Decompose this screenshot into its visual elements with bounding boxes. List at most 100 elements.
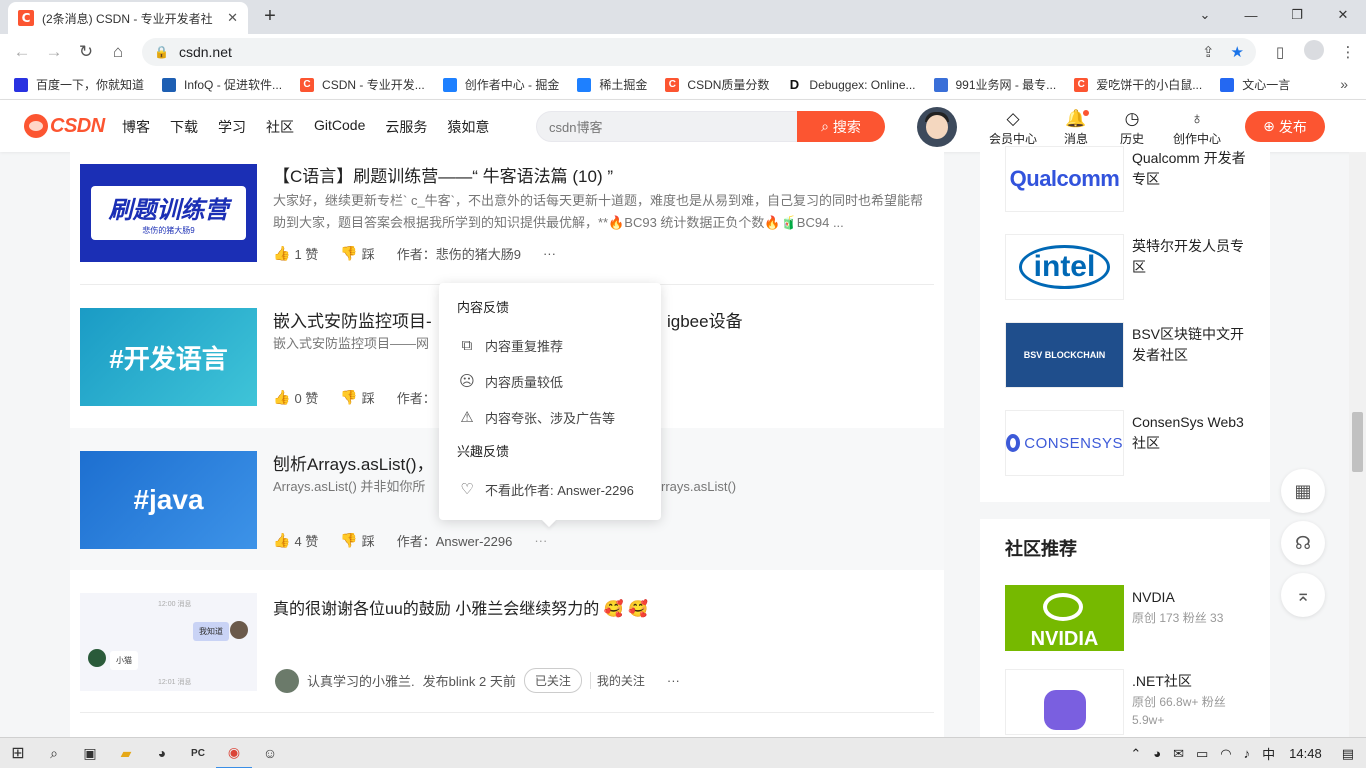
bookmark-item[interactable]: 创作者中心 - 掘金 [442,76,559,93]
bookmark-star-icon[interactable]: ★ [1231,43,1244,61]
home-icon[interactable]: ⌂ [102,42,134,62]
address-bar[interactable]: 🔒 csdn.net ⇪ ★ [142,38,1256,66]
dislike-button[interactable]: 👎 踩 [340,388,374,407]
more-options-icon[interactable]: ··· [534,533,547,548]
like-button[interactable]: 👍 0 赞 [273,388,318,407]
window-dropdown-icon[interactable]: ⌄ [1182,0,1228,30]
terminal-icon[interactable]: ▣ [72,738,108,768]
tray-expand-icon[interactable]: ⌃ [1130,746,1141,762]
nav-learn[interactable]: 学习 [218,117,246,137]
article-author[interactable]: 作者：Answer-2296 [397,531,513,550]
community-nvidia[interactable]: NVIDIA NVDIA 原创 173 粉丝 33 [1005,585,1255,653]
creator-center-button[interactable]: ♁ 创作中心 [1173,108,1221,147]
user-avatar[interactable] [917,107,957,147]
pycharm-icon[interactable]: PC [180,738,216,768]
bookmark-item[interactable]: C CSDN - 专业开发... [300,76,425,93]
minimize-button[interactable]: — [1228,0,1274,30]
wechat-tray-icon[interactable]: ✉ [1173,746,1184,762]
profile-icon[interactable] [1304,40,1324,64]
maximize-button[interactable]: ❐ [1274,0,1320,30]
article-desc-right[interactable]: rrays.asList() [661,476,861,498]
feedback-low-quality[interactable]: ☹ 内容质量较低 [457,369,643,393]
vip-center-button[interactable]: ◇ 会员中心 [989,108,1037,147]
search-icon[interactable]: ⌕ [36,738,72,768]
reload-icon[interactable]: ↻ [70,42,102,62]
taskbar-clock[interactable]: 14:48 [1289,746,1322,761]
feedback-hide-author[interactable]: ♡ 不看此作者: Answer-2296 [457,477,643,501]
bookmark-item[interactable]: D Debuggex: Online... [787,77,916,92]
zone-bsv[interactable]: BSV BLOCKCHAIN BSV区块链中文开发者社区 [1005,322,1255,390]
share-icon[interactable]: ⇪ [1202,43,1215,61]
app-icon[interactable]: ☺ [252,738,288,768]
file-explorer-icon[interactable]: ▰ [108,738,144,768]
qrcode-icon[interactable]: ▦ [1281,469,1325,513]
dislike-button[interactable]: 👎 踩 [340,531,374,550]
browser-tab[interactable]: C (2条消息) CSDN - 专业开发者社 ✕ [8,2,248,34]
article-author[interactable]: 作者： [397,388,436,407]
article-title[interactable]: 【C语言】刷题训练营——“ 牛客语法篇 (10) ” [273,162,613,187]
messages-button[interactable]: 🔔 消息 [1064,108,1089,147]
menu-kebab-icon[interactable]: ⋮ [1338,43,1358,61]
nav-gitcode[interactable]: GitCode [314,117,365,137]
article-desc[interactable]: 大家好，继续更新专栏` c_牛客`，不出意外的话每天更新十道题，难度也是从易到难… [273,190,933,234]
nav-download[interactable]: 下载 [170,117,198,137]
page-scrollbar[interactable] [1349,152,1366,737]
nav-yuanruyi[interactable]: 猿如意 [447,117,489,137]
search-input[interactable]: csdn博客 [536,111,798,142]
headset-icon[interactable]: ☊ [1281,521,1325,565]
close-window-button[interactable]: ✕ [1320,0,1366,30]
more-options-icon[interactable]: ··· [667,673,680,688]
back-arrow-icon[interactable]: ← [6,42,38,62]
url-text[interactable]: csdn.net [179,44,1186,60]
feedback-duplicate[interactable]: ⧉ 内容重复推荐 [457,333,643,357]
article-title[interactable]: 刨析Arrays.asList()， [273,450,434,475]
dislike-button[interactable]: 👎 踩 [340,244,374,263]
article-title[interactable]: 嵌入式安防监控项目- [273,307,432,332]
wifi-icon[interactable]: ◠ [1220,746,1231,762]
article-thumbnail[interactable]: 刷题训练营 悲伤的猪大肠9 [80,164,257,262]
battery-icon[interactable]: ▭ [1196,746,1208,762]
bookmark-item[interactable]: 稀土掘金 [577,76,647,93]
bookmarks-more-icon[interactable]: » [1340,76,1348,92]
feed-item[interactable]: 12:00 消息 我知道 小猫 12:01 消息 真的很谢谢各位uu的鼓励 小雅… [80,577,934,717]
blink-author[interactable]: 认真学习的小雅兰. [307,671,415,690]
qq-icon[interactable]: ◕ [144,738,180,768]
windows-start-icon[interactable]: ⊞ [0,738,36,768]
bookmark-item[interactable]: C 爱吃饼干的小白鼠... [1074,76,1202,93]
search-button[interactable]: ⌕ 搜索 [797,111,885,142]
ime-indicator[interactable]: 中 [1262,744,1275,763]
my-follow-link[interactable]: 我的关注 [589,672,645,689]
bookmark-item[interactable]: C CSDN质量分数 [665,76,769,93]
author-avatar[interactable] [275,668,299,693]
sidebar-panel-icon[interactable]: ▯ [1270,43,1290,61]
article-thumbnail[interactable]: #开发语言 [80,308,257,406]
qq-tray-icon[interactable]: ◕ [1153,746,1161,761]
nav-cloud[interactable]: 云服务 [385,117,427,137]
article-thumbnail[interactable]: 12:00 消息 我知道 小猫 12:01 消息 [80,593,257,691]
community-dotnet[interactable]: .NET社区 原创 66.8w+ 粉丝 5.9w+ [1005,669,1255,737]
lock-icon[interactable]: 🔒 [154,45,169,59]
article-thumbnail[interactable]: #java [80,451,257,549]
notification-icon[interactable]: ▤ [1342,746,1354,762]
zone-qualcomm[interactable]: Qualcomm Qualcomm 开发者专区 [1005,146,1255,214]
csdn-logo[interactable]: CSDN [24,114,105,138]
followed-button[interactable]: 已关注 [523,668,582,693]
bookmark-item[interactable]: InfoQ - 促进软件... [162,76,282,93]
volume-mute-icon[interactable]: ♪ [1244,746,1251,761]
zone-consensys[interactable]: CONSENSYS ConsenSys Web3社区 [1005,410,1255,478]
forward-arrow-icon[interactable]: → [38,42,70,62]
more-options-icon[interactable]: ··· [543,246,556,261]
article-author[interactable]: 作者：悲伤的猪大肠9 [397,244,521,263]
blink-title[interactable]: 真的很谢谢各位uu的鼓励 小雅兰会继续努力的 🥰 🥰 [273,595,648,619]
article-title-right[interactable]: igbee设备 [667,307,743,332]
like-button[interactable]: 👍 4 赞 [273,531,318,550]
publish-button[interactable]: ⊕ 发布 [1245,111,1325,142]
bookmark-item[interactable]: 991业务网 - 最专... [933,76,1056,93]
history-button[interactable]: ◷ 历史 [1120,108,1144,147]
feed-item[interactable]: 刷题训练营 悲伤的猪大肠9 【C语言】刷题训练营——“ 牛客语法篇 (10) ”… [80,152,934,280]
like-button[interactable]: 👍 1 赞 [273,244,318,263]
nav-blog[interactable]: 博客 [122,117,150,137]
scrollbar-thumb[interactable] [1352,412,1363,472]
feedback-exaggerated[interactable]: ⚠ 内容夸张、涉及广告等 [457,405,643,429]
chrome-icon[interactable]: ◉ [216,738,252,768]
